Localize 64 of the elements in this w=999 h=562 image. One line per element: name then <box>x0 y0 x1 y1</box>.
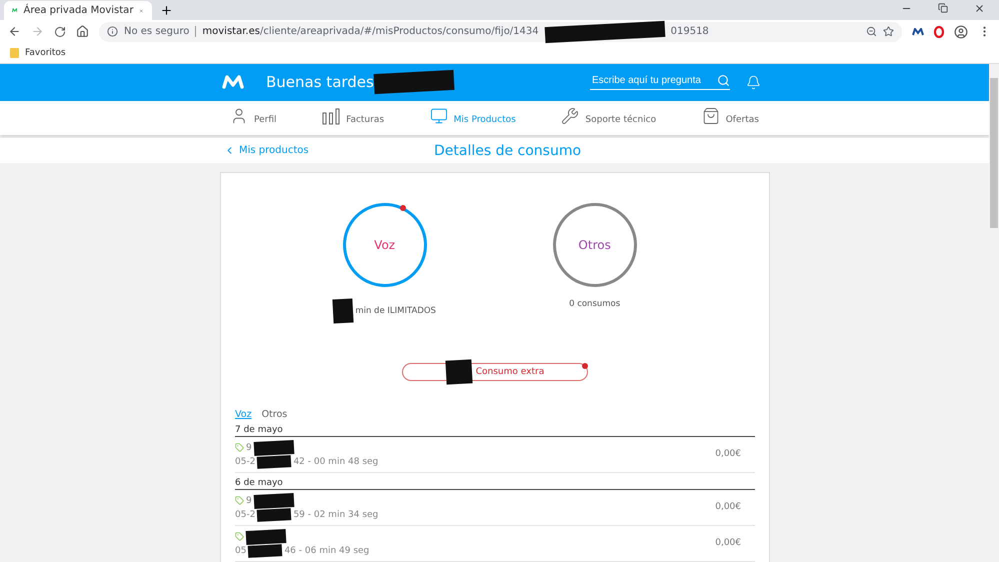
call-time: 05 <box>235 546 246 556</box>
greeting: Buenas tardes <box>266 73 374 92</box>
info-icon <box>107 26 118 37</box>
nav-item[interactable]: Facturas <box>322 100 384 136</box>
page-title: Detalles de consumo <box>434 142 582 159</box>
call-amount: 0,00€ <box>715 502 741 512</box>
filter-tab[interactable]: Otros <box>262 408 288 420</box>
tag-icon <box>235 443 244 452</box>
bookmark[interactable]: Favoritos <box>25 48 66 58</box>
redaction-mark <box>253 440 294 456</box>
redaction-mark <box>332 298 354 324</box>
logo-icon <box>12 6 18 15</box>
back-link[interactable]: Mis productos <box>224 145 434 156</box>
logo-icon <box>222 75 244 90</box>
home-icon[interactable] <box>76 25 89 38</box>
devices-icon <box>430 107 448 126</box>
call-amount: 0,00€ <box>715 538 741 548</box>
folder-icon <box>10 48 19 58</box>
bars-icon <box>322 107 340 126</box>
call-duration: 46 - 06 min 49 seg <box>284 546 370 556</box>
redaction-mark <box>257 508 292 522</box>
filter-tab[interactable]: Voz <box>235 408 252 420</box>
gauge-caption: 0 consumos <box>569 298 620 309</box>
call-amount: 0,00€ <box>715 449 741 460</box>
tag-icon <box>235 496 244 506</box>
reload-icon[interactable] <box>54 26 66 38</box>
search-field[interactable]: Escribe aquí tu pregunta <box>590 74 730 90</box>
call-time: 05-2 <box>235 456 256 467</box>
opera-icon[interactable] <box>934 26 944 38</box>
zoom-icon[interactable] <box>866 26 877 37</box>
gauge-ring[interactable]: Voz <box>342 202 427 287</box>
phone-number: 9 <box>246 442 252 453</box>
call-duration: 59 - 02 min 34 seg <box>293 510 378 520</box>
redaction-mark <box>257 455 292 469</box>
profile-icon[interactable] <box>954 24 968 38</box>
nav-item[interactable]: Mis Productos <box>430 100 516 136</box>
nav-item[interactable]: Perfil <box>230 100 277 136</box>
close-icon[interactable] <box>974 2 985 14</box>
tag-icon <box>235 532 244 542</box>
back-icon[interactable] <box>8 25 21 38</box>
phone-number: 9 <box>246 496 252 506</box>
bag-icon <box>702 107 720 126</box>
redaction-mark <box>248 544 283 558</box>
nav-item[interactable]: Soporte técnico <box>561 100 656 136</box>
gauge-ring[interactable]: Otros <box>552 202 637 287</box>
date-heading: 6 de mayo <box>235 478 755 490</box>
call-duration: 42 - 00 min 48 seg <box>293 456 378 467</box>
alert-dot <box>400 204 406 211</box>
nav-item[interactable]: Ofertas <box>702 100 759 136</box>
restore-icon[interactable] <box>938 2 948 12</box>
redaction-mark <box>253 492 294 510</box>
browser-tab[interactable]: Área privada Movistar <box>4 1 152 20</box>
wrench-icon <box>561 107 580 126</box>
call-time: 05-2 <box>235 510 256 520</box>
extension-icon[interactable] <box>912 28 924 36</box>
redaction-mark <box>246 528 286 546</box>
new-tab-icon[interactable] <box>160 4 173 17</box>
date-heading: 7 de mayo <box>235 424 755 437</box>
bell-icon[interactable] <box>746 74 761 90</box>
search-icon[interactable] <box>717 74 730 88</box>
star-icon[interactable] <box>883 26 894 37</box>
address-bar[interactable]: No es seguro movistar.es/cliente/areaprivada/#/misProductos/consumo/fijo/1434 019518 <box>99 22 902 42</box>
scrollbar-thumb[interactable] <box>990 78 998 228</box>
gauge-caption: min de ILIMITADOS <box>355 306 436 316</box>
